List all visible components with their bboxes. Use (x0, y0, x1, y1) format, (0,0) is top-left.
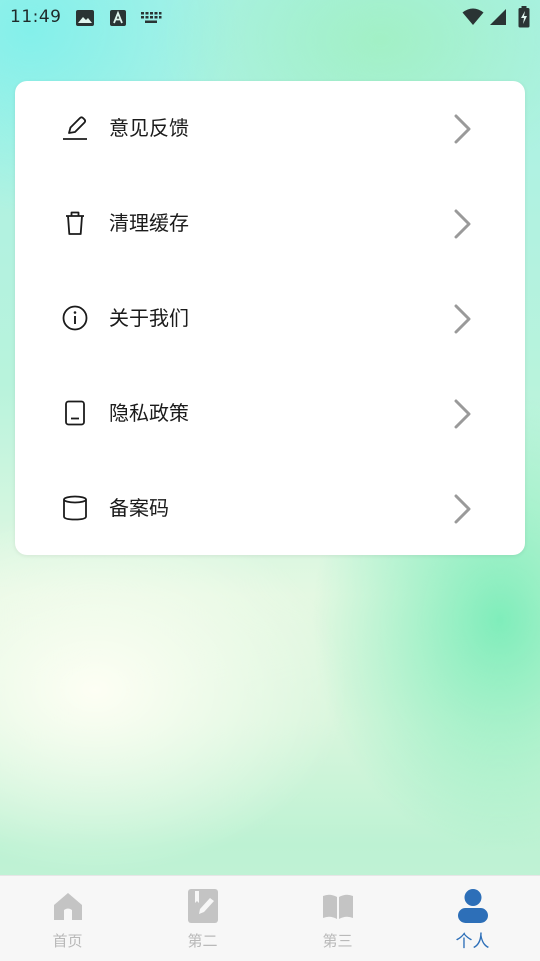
tab-profile[interactable]: 个人 (405, 876, 540, 961)
tab-label: 第二 (187, 932, 218, 950)
settings-menu-card: 意见反馈 清理缓存 关于我们 隐私政策 备案码 (15, 81, 525, 555)
home-icon (53, 893, 82, 920)
cylinder-icon (63, 495, 87, 521)
tab-label: 个人 (455, 932, 490, 952)
tab-second[interactable]: 第二 (135, 876, 270, 961)
a-letter-icon (110, 10, 126, 26)
tab-label: 首页 (52, 932, 83, 950)
menu-item-label: 意见反馈 (109, 116, 189, 140)
menu-item-label: 备案码 (109, 496, 169, 520)
tab-label: 第三 (322, 932, 353, 950)
menu-item-privacy-policy[interactable]: 隐私政策 (15, 366, 525, 461)
edit-pen-icon (63, 116, 87, 140)
document-icon (65, 400, 85, 426)
status-time: 11:49 (10, 7, 62, 27)
chevron-right-icon (454, 114, 471, 144)
bottom-navigation: 首页 第二 第三 个人 (0, 875, 540, 961)
status-bar: 11:49 (0, 0, 540, 36)
keyboard-icon (141, 12, 162, 23)
chevron-right-icon (454, 304, 471, 334)
menu-item-filing-code[interactable]: 备案码 (15, 461, 525, 556)
wifi-icon (462, 8, 484, 25)
menu-item-clear-cache[interactable]: 清理缓存 (15, 176, 525, 271)
menu-item-label: 清理缓存 (109, 211, 189, 235)
book-icon (322, 894, 353, 919)
chevron-right-icon (454, 399, 471, 429)
tab-third[interactable]: 第三 (270, 876, 405, 961)
battery-charging-icon (518, 6, 530, 28)
menu-item-about-us[interactable]: 关于我们 (15, 271, 525, 366)
menu-item-label: 关于我们 (109, 306, 189, 330)
menu-item-label: 隐私政策 (109, 401, 189, 425)
chevron-right-icon (454, 494, 471, 524)
person-icon (457, 889, 488, 923)
image-icon (76, 10, 94, 26)
pencil-note-icon (187, 889, 218, 923)
trash-icon (66, 211, 84, 235)
chevron-right-icon (454, 209, 471, 239)
menu-item-feedback[interactable]: 意见反馈 (15, 81, 525, 176)
info-icon (62, 305, 88, 331)
tab-home[interactable]: 首页 (0, 876, 135, 961)
signal-icon (490, 9, 506, 25)
